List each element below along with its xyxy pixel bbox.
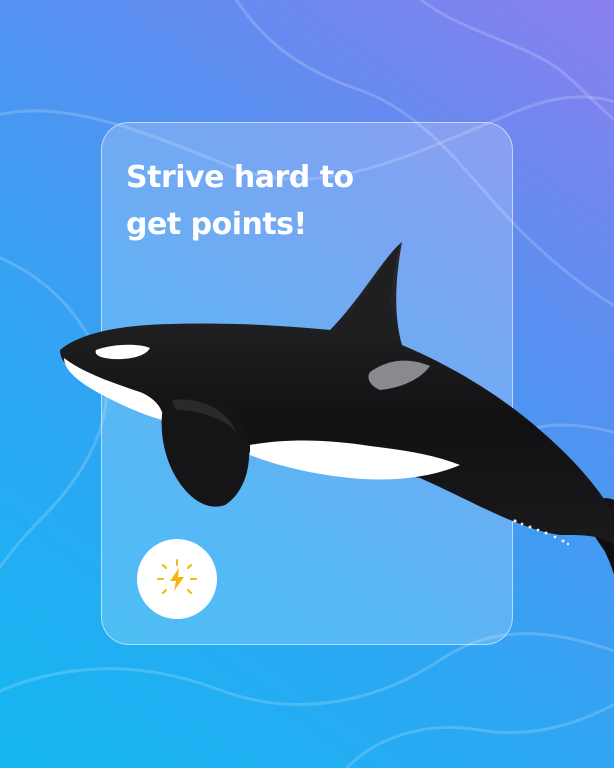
orca-image <box>60 242 614 575</box>
lightning-bolt-icon <box>157 559 197 594</box>
lightning-badge[interactable] <box>137 539 217 619</box>
